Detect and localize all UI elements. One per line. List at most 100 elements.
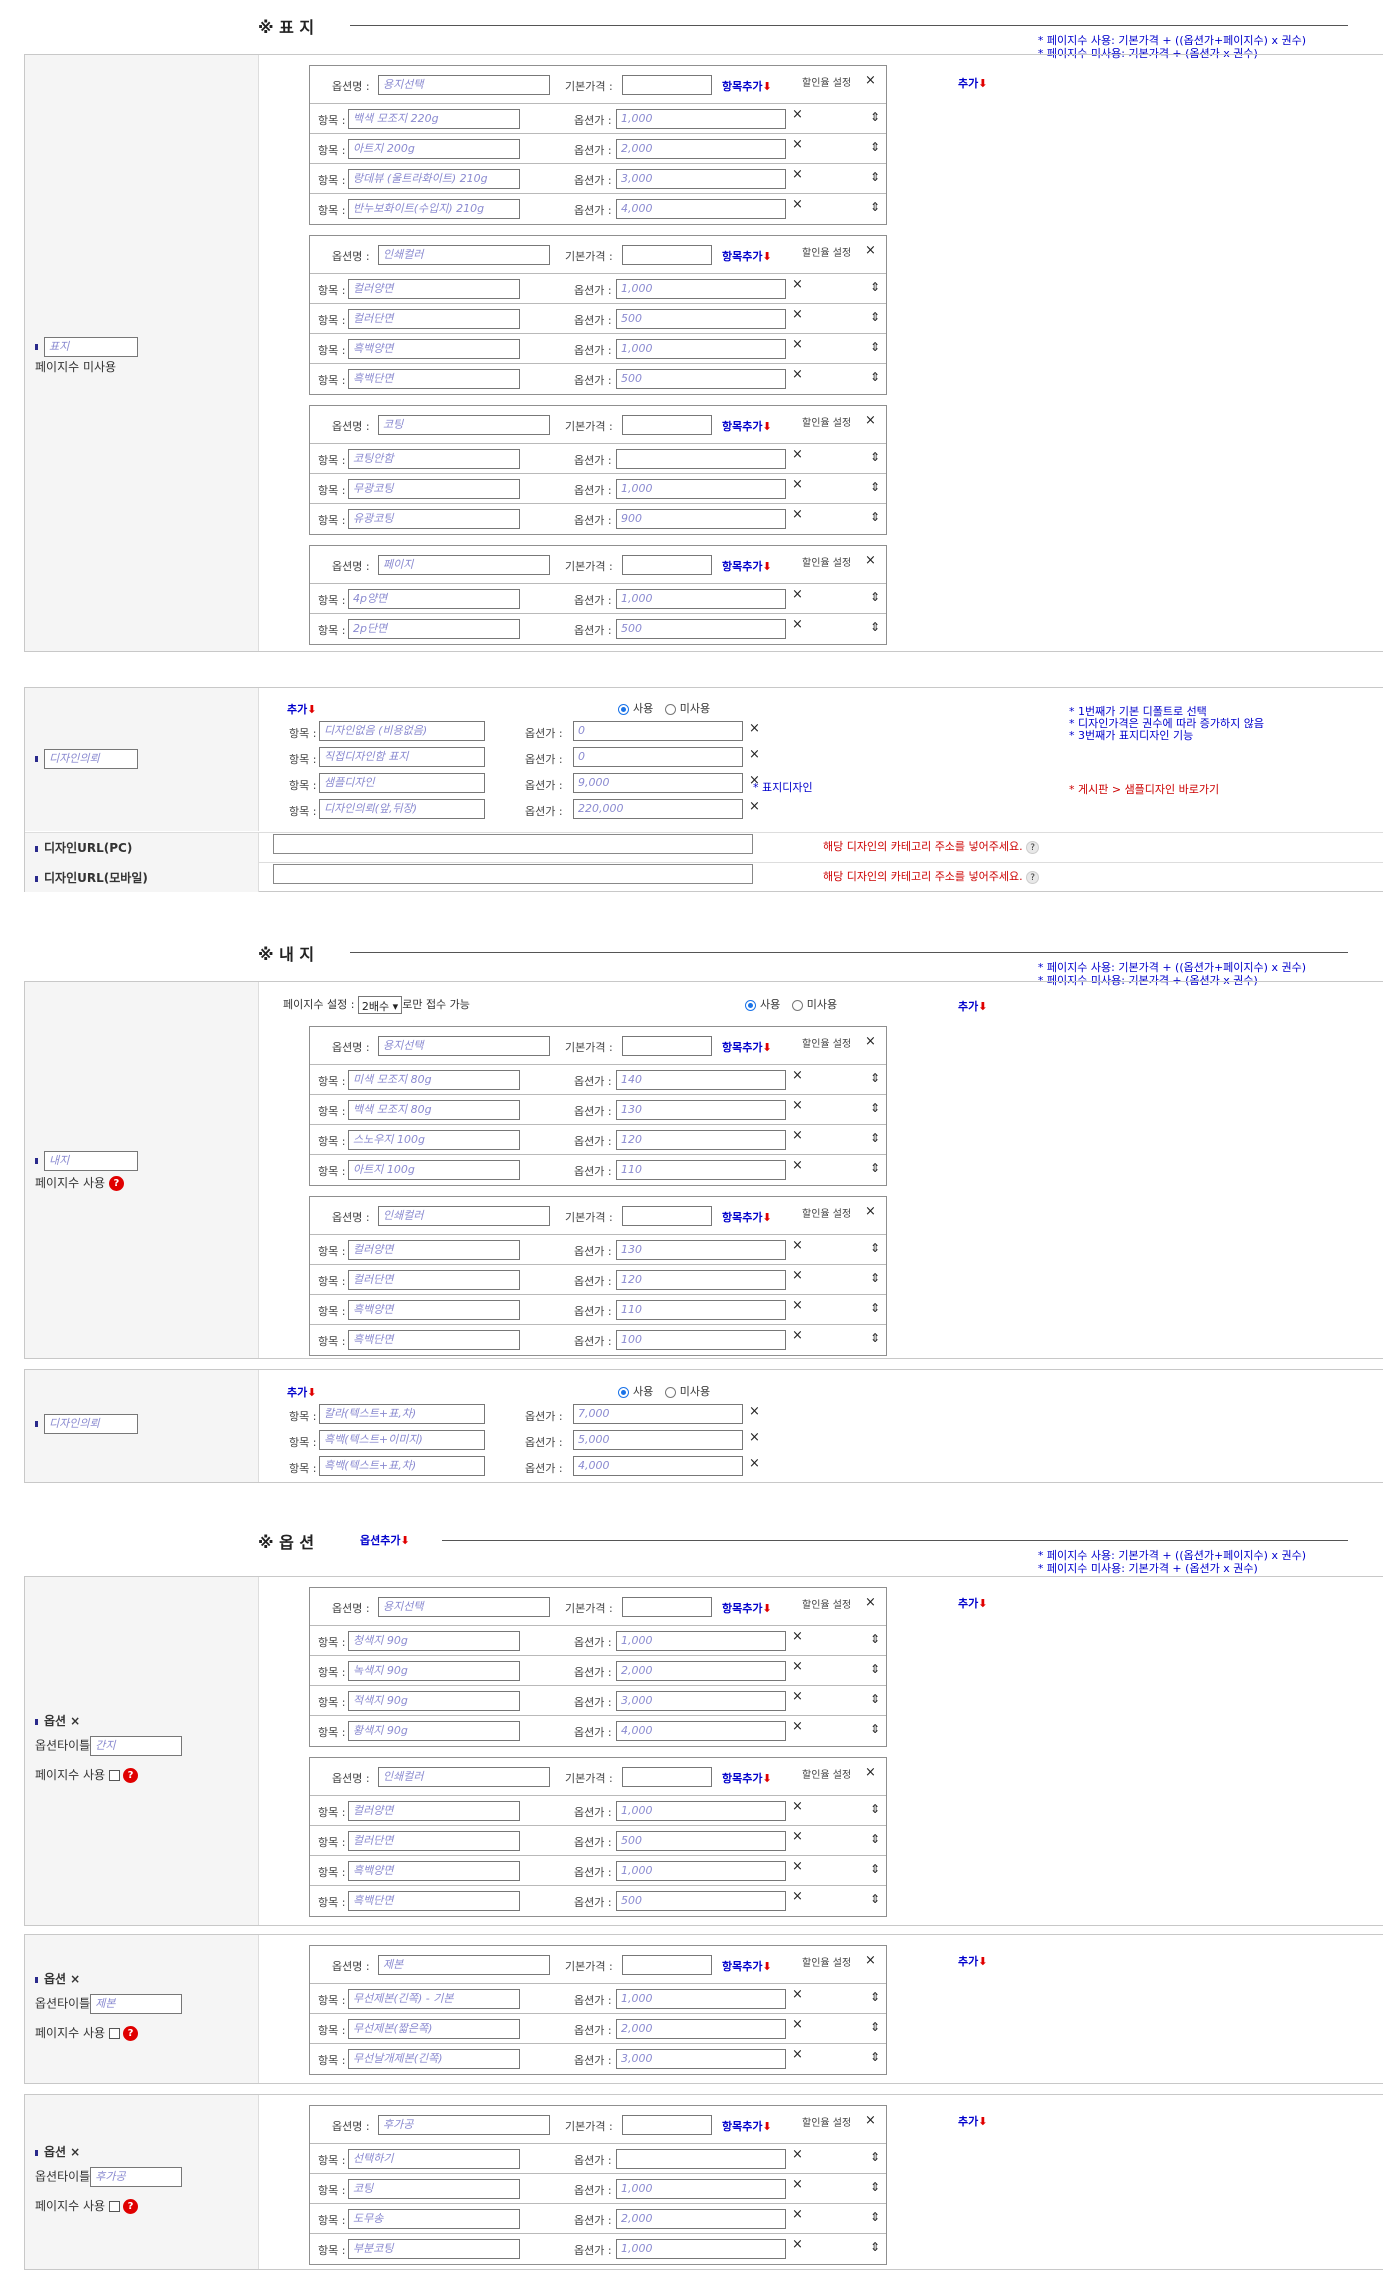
drag-handle-icon[interactable]: ⇕ xyxy=(870,590,880,604)
drag-handle-icon[interactable]: ⇕ xyxy=(870,1632,880,1646)
option-price-input[interactable]: 500 xyxy=(616,1831,786,1851)
option-price-input[interactable]: 1,000 xyxy=(616,109,786,129)
add-item-link[interactable]: 항목추가⬇ xyxy=(722,1770,772,1786)
close-icon[interactable]: × xyxy=(792,447,803,462)
close-icon[interactable]: × xyxy=(792,1098,803,1113)
page-setting-select[interactable]: 2배수 ▾ xyxy=(357,996,403,1014)
option-price-input[interactable]: 130 xyxy=(616,1240,786,1260)
close-icon[interactable]: × xyxy=(792,1238,803,1253)
close-icon[interactable]: × xyxy=(865,73,876,88)
item-name-input[interactable]: 미색 모조지 80g xyxy=(348,1070,520,1090)
drag-handle-icon[interactable]: ⇕ xyxy=(870,1241,880,1255)
close-icon[interactable]: × xyxy=(749,1456,760,1471)
drag-handle-icon[interactable]: ⇕ xyxy=(870,620,880,634)
help-icon[interactable]: ? xyxy=(108,1176,124,1191)
drag-handle-icon[interactable]: ⇕ xyxy=(870,1892,880,1906)
close-icon[interactable]: × xyxy=(792,1659,803,1674)
option-price-input[interactable]: 1,000 xyxy=(616,1989,786,2009)
option-name-input[interactable]: 용지선택 xyxy=(378,1036,550,1056)
option-add-link[interactable]: 추가⬇ xyxy=(958,1953,987,1969)
item-name-input[interactable]: 유광코팅 xyxy=(348,509,520,529)
item-name-input[interactable]: 청색지 90g xyxy=(348,1631,520,1651)
close-icon[interactable]: × xyxy=(865,413,876,428)
drag-handle-icon[interactable]: ⇕ xyxy=(870,110,880,124)
cover-add-link[interactable]: 추가⬇ xyxy=(958,75,987,91)
item-name-input[interactable]: 부분코팅 xyxy=(348,2239,520,2259)
drag-handle-icon[interactable]: ⇕ xyxy=(870,1722,880,1736)
option-price-input[interactable]: 0 xyxy=(573,721,743,741)
option-price-input[interactable]: 4,000 xyxy=(616,199,786,219)
option-add-link[interactable]: 추가⬇ xyxy=(958,1595,987,1611)
drag-handle-icon[interactable]: ⇕ xyxy=(870,170,880,184)
option-price-input[interactable]: 5,000 xyxy=(573,1430,743,1450)
drag-handle-icon[interactable]: ⇕ xyxy=(870,1662,880,1676)
drag-handle-icon[interactable]: ⇕ xyxy=(870,200,880,214)
board-sample-link[interactable]: * 게시판 > 샘플디자인 바로가기 xyxy=(1069,781,1219,797)
close-icon[interactable]: × xyxy=(865,1765,876,1780)
unuse-radio[interactable] xyxy=(664,1386,676,1398)
item-name-input[interactable]: 칼라(텍스트+표,차) xyxy=(319,1404,485,1424)
item-name-input[interactable]: 코팅안함 xyxy=(348,449,520,469)
base-price-input[interactable] xyxy=(622,2115,712,2135)
drag-handle-icon[interactable]: ⇕ xyxy=(870,340,880,354)
item-name-input[interactable]: 컬러양면 xyxy=(348,279,520,299)
close-icon[interactable]: × xyxy=(792,2207,803,2222)
design-name-input[interactable]: 디자인의뢰 xyxy=(44,749,138,769)
option-name-input[interactable]: 용지선택 xyxy=(378,75,550,95)
item-name-input[interactable]: 무선날개제본(긴쪽) xyxy=(348,2049,520,2069)
item-name-input[interactable]: 컬러양면 xyxy=(348,1801,520,1821)
option-price-input[interactable]: 1,000 xyxy=(616,589,786,609)
drag-handle-icon[interactable]: ⇕ xyxy=(870,450,880,464)
option-price-input[interactable]: 1,000 xyxy=(616,1801,786,1821)
remove-option-icon[interactable]: × xyxy=(70,2145,80,2159)
help-icon[interactable]: ? xyxy=(1026,870,1040,884)
close-icon[interactable]: × xyxy=(792,277,803,292)
add-item-link[interactable]: 항목추가⬇ xyxy=(722,1039,772,1055)
help-icon[interactable]: ? xyxy=(1026,840,1040,854)
item-name-input[interactable]: 적색지 90g xyxy=(348,1691,520,1711)
option-price-input[interactable]: 1,000 xyxy=(616,2239,786,2259)
option-name-input[interactable]: 페이지 xyxy=(378,555,550,575)
drag-handle-icon[interactable]: ⇕ xyxy=(870,2180,880,2194)
item-name-input[interactable]: 컬러양면 xyxy=(348,1240,520,1260)
item-name-input[interactable]: 흑백양면 xyxy=(348,339,520,359)
option-price-input[interactable]: 900 xyxy=(616,509,786,529)
add-item-link[interactable]: 항목추가⬇ xyxy=(722,1958,772,1974)
base-price-input[interactable] xyxy=(622,555,712,575)
url-pc-input[interactable] xyxy=(273,834,753,854)
option-price-input[interactable]: 9,000 xyxy=(573,773,743,793)
option-price-input[interactable]: 3,000 xyxy=(616,169,786,189)
option-price-input[interactable]: 0 xyxy=(573,747,743,767)
add-item-link[interactable]: 항목추가⬇ xyxy=(722,78,772,94)
item-name-input[interactable]: 황색지 90g xyxy=(348,1721,520,1741)
discount-setting-link[interactable]: 할인율 설정 xyxy=(802,414,851,429)
base-price-input[interactable] xyxy=(622,75,712,95)
url-mobile-input[interactable] xyxy=(273,864,753,884)
item-name-input[interactable]: 흑백단면 xyxy=(348,1891,520,1911)
unuse-radio[interactable] xyxy=(791,999,803,1011)
option-price-input[interactable]: 110 xyxy=(616,1300,786,1320)
remove-option-icon[interactable]: × xyxy=(70,1714,80,1728)
option-name-input[interactable]: 인쇄컬러 xyxy=(378,245,550,265)
option-title-input[interactable]: 후가공 xyxy=(90,2167,183,2187)
use-radio[interactable] xyxy=(618,703,629,715)
add-item-link[interactable]: 항목추가⬇ xyxy=(722,2118,772,2134)
drag-handle-icon[interactable]: ⇕ xyxy=(870,2150,880,2164)
close-icon[interactable]: × xyxy=(749,1404,760,1419)
add-item-link[interactable]: 항목추가⬇ xyxy=(722,418,772,434)
item-name-input[interactable]: 흑백단면 xyxy=(348,369,520,389)
option-price-input[interactable]: 2,000 xyxy=(616,2019,786,2039)
item-name-input[interactable]: 컬러단면 xyxy=(348,1270,520,1290)
drag-handle-icon[interactable]: ⇕ xyxy=(870,1271,880,1285)
close-icon[interactable]: × xyxy=(792,337,803,352)
option-price-input[interactable]: 500 xyxy=(616,369,786,389)
option-price-input[interactable]: 130 xyxy=(616,1100,786,1120)
base-price-input[interactable] xyxy=(622,1597,712,1617)
option-price-input[interactable]: 120 xyxy=(616,1270,786,1290)
item-name-input[interactable]: 백색 모조지 80g xyxy=(348,1100,520,1120)
drag-handle-icon[interactable]: ⇕ xyxy=(870,2240,880,2254)
item-name-input[interactable]: 스노우지 100g xyxy=(348,1130,520,1150)
close-icon[interactable]: × xyxy=(792,2017,803,2032)
close-icon[interactable]: × xyxy=(792,2177,803,2192)
page-use-checkbox[interactable] xyxy=(109,2201,121,2212)
